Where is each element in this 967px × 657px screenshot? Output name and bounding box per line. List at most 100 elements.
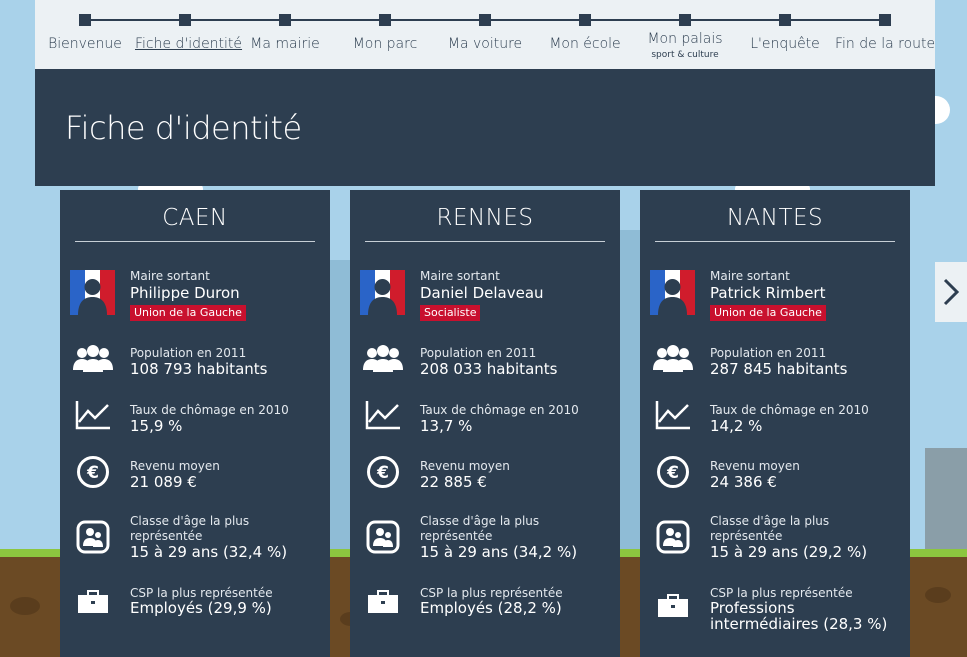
unemployment-value: 15,9 % <box>130 417 183 435</box>
timeline-dot <box>879 14 891 26</box>
euro-icon: € <box>650 452 695 492</box>
line-chart-icon <box>70 395 115 435</box>
building <box>925 448 967 549</box>
nav-step-label: L'enquête <box>750 36 820 52</box>
party-badge: Union de la Gauche <box>710 305 826 321</box>
nav-step-ma-mairie[interactable]: Ma mairie <box>235 0 335 69</box>
people-group-icon <box>650 338 695 378</box>
line-chart-icon <box>650 395 695 435</box>
divider <box>75 241 315 242</box>
city-card-caen: CAEN Maire sortant Philippe Duron Union … <box>60 190 330 657</box>
nav-step-bienvenue[interactable]: Bienvenue <box>35 0 135 69</box>
nav-step-mon-ecole[interactable]: Mon école <box>535 0 635 69</box>
briefcase-icon <box>70 582 115 622</box>
page-title: Fiche d'identité <box>65 109 302 147</box>
nav-step-label: Mon parc <box>352 36 418 52</box>
population-value: 108 793 habitants <box>130 360 268 378</box>
mayor-name: Philippe Duron <box>130 284 240 302</box>
timeline-dot <box>379 14 391 26</box>
timeline-dot <box>779 14 791 26</box>
mayor-label: Maire sortant <box>420 269 500 283</box>
nav-step-label: Mon école <box>549 36 621 52</box>
briefcase-icon <box>360 582 405 622</box>
divider <box>365 241 605 242</box>
timeline-dot <box>179 14 191 26</box>
nav-step-sublabel: sport & culture <box>651 50 719 60</box>
population-label: Population en 2011 <box>710 346 827 360</box>
rock <box>10 597 40 615</box>
nav-step-label: Fin de la route <box>835 36 936 52</box>
age-value: 15 à 29 ans (32,4 %) <box>130 543 288 561</box>
nav-step-fin-de-la-route[interactable]: Fin de la route <box>835 0 935 69</box>
nav-step-enquete[interactable]: L'enquête <box>735 0 835 69</box>
people-group-icon <box>70 338 115 378</box>
city-name: RENNES <box>436 205 534 231</box>
age-label: Classe d'âge la plus représentée <box>710 514 830 543</box>
city-name: NANTES <box>726 205 824 231</box>
city-card-rennes: RENNES Maire sortant Daniel Delaveau Soc… <box>350 190 620 657</box>
city-name: CAEN <box>162 205 228 231</box>
age-value: 15 à 29 ans (29,2 %) <box>710 543 868 561</box>
euro-icon: € <box>70 452 115 492</box>
svg-text:€: € <box>376 463 389 483</box>
nav-step-mon-parc[interactable]: Mon parc <box>335 0 435 69</box>
unemployment-value: 13,7 % <box>420 417 473 435</box>
svg-text:€: € <box>666 463 679 483</box>
building <box>330 260 350 560</box>
timeline-nav: Bienvenue Fiche d'identité Ma mairie Mon… <box>35 0 935 69</box>
header-panel: Fiche d'identité <box>35 69 935 186</box>
age-label: Classe d'âge la plus représentée <box>130 514 250 543</box>
mayor-label: Maire sortant <box>710 269 790 283</box>
population-value: 208 033 habitants <box>420 360 558 378</box>
mayor-name: Patrick Rimbert <box>710 284 826 302</box>
unemployment-label: Taux de chômage en 2010 <box>420 403 579 417</box>
mayor-portrait-icon <box>360 270 405 315</box>
income-value: 24 386 € <box>710 473 777 491</box>
euro-icon: € <box>360 452 405 492</box>
income-label: Revenu moyen <box>420 459 510 473</box>
nav-step-label: Ma mairie <box>250 36 320 52</box>
csp-value: Employés (29,9 %) <box>130 599 272 617</box>
nav-step-mon-palais[interactable]: Mon palais sport & culture <box>635 0 735 69</box>
income-value: 22 885 € <box>420 473 487 491</box>
population-label: Population en 2011 <box>130 346 247 360</box>
timeline-dot <box>479 14 491 26</box>
city-card-nantes: NANTES Maire sortant Patrick Rimbert Uni… <box>640 190 910 657</box>
building <box>620 230 640 560</box>
next-page-button[interactable] <box>935 262 967 322</box>
party-badge: Union de la Gauche <box>130 305 246 321</box>
unemployment-value: 14,2 % <box>710 417 763 435</box>
svg-text:€: € <box>86 463 99 483</box>
timeline-dot <box>679 14 691 26</box>
rock <box>925 587 951 603</box>
chevron-right-icon <box>943 278 960 306</box>
age-label: Classe d'âge la plus représentée <box>420 514 540 543</box>
population-value: 287 845 habitants <box>710 360 848 378</box>
unemployment-label: Taux de chômage en 2010 <box>130 403 289 417</box>
nav-step-label: Mon palais <box>647 31 723 47</box>
income-label: Revenu moyen <box>130 459 220 473</box>
age-group-icon <box>70 517 115 557</box>
divider <box>655 241 895 242</box>
nav-step-label: Bienvenue <box>48 36 122 52</box>
income-label: Revenu moyen <box>710 459 800 473</box>
nav-step-label: Fiche d'identité <box>135 36 243 52</box>
csp-value: Employés (28,2 %) <box>420 599 562 617</box>
nav-step-ma-voiture[interactable]: Ma voiture <box>435 0 535 69</box>
nav-step-fiche-identite[interactable]: Fiche d'identité <box>135 0 243 69</box>
briefcase-icon <box>650 586 695 626</box>
population-label: Population en 2011 <box>420 346 537 360</box>
income-value: 21 089 € <box>130 473 197 491</box>
mayor-label: Maire sortant <box>130 269 210 283</box>
mayor-portrait-icon <box>650 270 695 315</box>
mayor-name: Daniel Delaveau <box>420 284 544 302</box>
age-group-icon <box>360 517 405 557</box>
timeline-dot <box>279 14 291 26</box>
people-group-icon <box>360 338 405 378</box>
timeline-dot <box>79 14 91 26</box>
age-value: 15 à 29 ans (34,2 %) <box>420 543 578 561</box>
mayor-portrait-icon <box>70 270 115 315</box>
age-group-icon <box>650 517 695 557</box>
party-badge: Socialiste <box>420 305 481 321</box>
timeline-dot <box>579 14 591 26</box>
